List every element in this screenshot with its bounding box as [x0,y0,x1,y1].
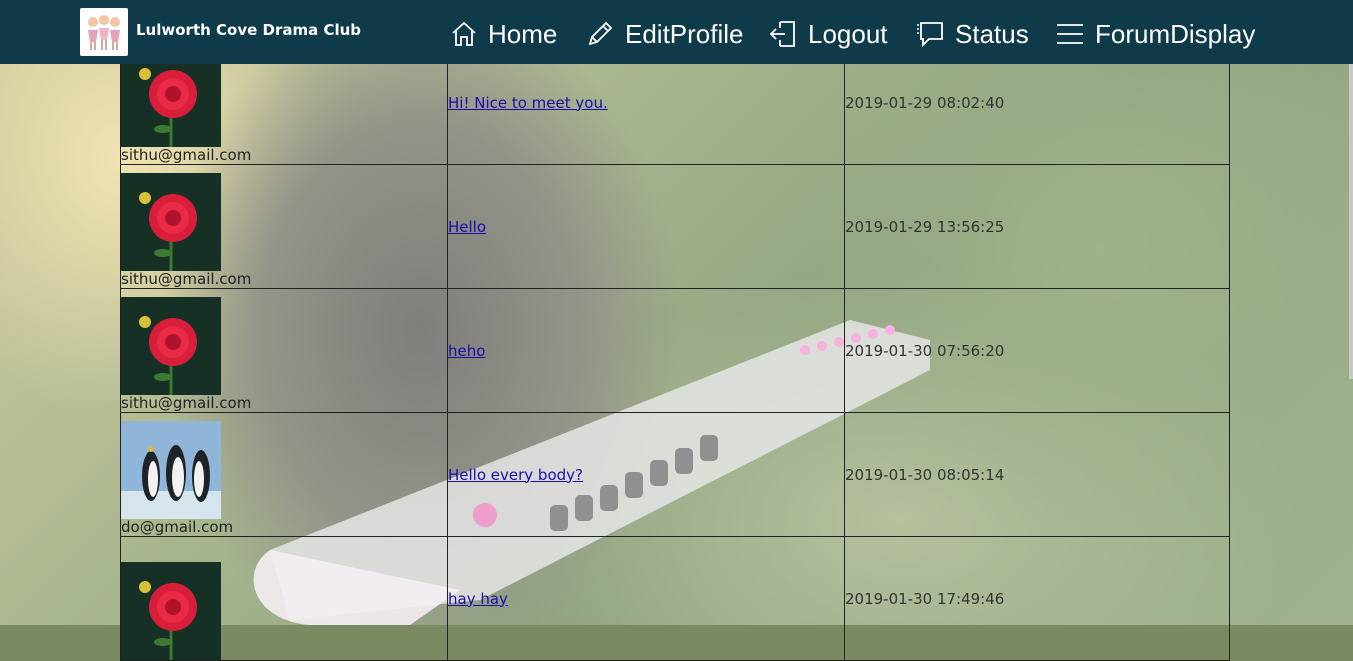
author-email: sithu@gmail.com [121,146,252,164]
table-row: sithu@gmail.com heho 2019-01-30 07:56:20 [120,288,1230,413]
message-cell: Hello [447,164,845,289]
message-cell: heho [447,288,845,413]
post-date: 2019-01-30 07:56:20 [845,341,1005,360]
author-email: sithu@gmail.com [121,270,252,288]
post-link[interactable]: heho [448,342,485,360]
author-email: do@gmail.com [121,518,234,536]
nav-home[interactable]: Home [450,14,557,54]
post-link[interactable]: Hi! Nice to meet you. [448,94,608,112]
logout-icon [769,21,795,47]
author-cell: do@gmail.com [120,412,448,537]
date-cell: 2019-01-29 13:56:25 [844,164,1230,289]
post-date: 2019-01-29 13:56:25 [845,217,1005,236]
avatar-red-flower-icon [121,562,221,660]
table-row: do@gmail.com Hello every body? 2019-01-3… [120,412,1230,537]
post-date: 2019-01-30 08:05:14 [845,465,1005,484]
avatar-penguins-icon [121,421,221,519]
club-logo[interactable] [80,8,128,56]
author-cell: sithu@gmail.com [120,288,448,413]
chat-icon [917,22,943,48]
nav-status[interactable]: Status [915,14,1029,54]
author-cell: sithu@gmail.com [120,164,448,289]
post-link[interactable]: hay hay [448,590,508,608]
message-cell: Hello every body? [447,412,845,537]
nav-status-label: Status [955,18,1029,49]
page-scrollbar[interactable] [1349,64,1353,379]
forum-table-container: sithu@gmail.com Hi! Nice to meet you. 20… [120,40,1230,661]
top-navbar: Lulworth Cove Drama Club Home EditProfil… [0,0,1353,64]
table-row: hay hay 2019-01-30 17:49:46 [120,536,1230,661]
avatar-red-flower-icon [121,173,221,271]
nav-editprofile[interactable]: EditProfile [585,14,744,54]
nav-logout[interactable]: Logout [768,14,888,54]
table-row: sithu@gmail.com Hello 2019-01-29 13:56:2… [120,164,1230,289]
date-cell: 2019-01-30 08:05:14 [844,412,1230,537]
nav-home-label: Home [488,18,558,49]
nav-forumdisplay-label: ForumDisplay [1095,18,1256,49]
dancers-logo-icon [88,15,120,50]
post-link[interactable]: Hello [448,218,486,236]
avatar-red-flower-icon [121,297,221,395]
home-icon [452,21,476,46]
date-cell: 2019-01-30 07:56:20 [844,288,1230,413]
author-email: sithu@gmail.com [121,394,252,412]
post-date: 2019-01-30 17:49:46 [845,589,1005,608]
menu-icon [1057,24,1083,44]
forum-posts-table: sithu@gmail.com Hi! Nice to meet you. 20… [120,40,1230,661]
message-cell: hay hay [447,536,845,661]
club-name[interactable]: Lulworth Cove Drama Club [136,21,361,39]
post-date: 2019-01-29 08:02:40 [845,93,1005,112]
pencil-icon [588,21,613,46]
nav-logout-label: Logout [808,18,888,49]
nav-forumdisplay[interactable]: ForumDisplay [1055,14,1255,54]
author-cell [120,536,448,661]
date-cell: 2019-01-30 17:49:46 [844,536,1230,661]
post-link[interactable]: Hello every body? [448,466,583,484]
nav-editprofile-label: EditProfile [625,18,744,49]
